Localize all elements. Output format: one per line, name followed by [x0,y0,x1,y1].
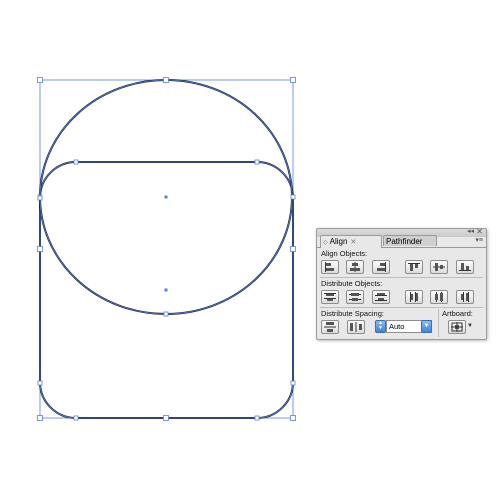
horizontal-distribute-left-icon [410,292,418,302]
section-divider-vertical [438,309,439,337]
distribute-spacing-label: Distribute Spacing: [321,309,384,318]
horizontal-distribute-center-icon [435,292,443,302]
chevron-down-icon: ▼ [423,323,430,329]
vertical-align-center-icon [433,263,445,271]
vertical-align-top-button[interactable] [405,260,423,274]
vertical-distribute-center-button[interactable] [346,290,364,304]
horizontal-distribute-right-button[interactable] [456,290,474,304]
horizontal-distribute-left-button[interactable] [405,290,423,304]
selection-bounding-box [39,79,294,419]
spacing-stepper[interactable]: ▲ ▼ [375,320,386,333]
horizontal-align-left-button[interactable] [321,260,339,274]
horizontal-align-right-button[interactable] [372,260,390,274]
vertical-align-top-icon [408,263,420,271]
horizontal-align-center-icon [350,262,360,272]
anchor-points [37,77,296,421]
tab-align-label: Align [329,237,348,246]
horizontal-distribute-right-icon [461,292,469,302]
rectangle-center-point [164,288,168,292]
horizontal-distribute-center-button[interactable] [430,290,448,304]
circle-center-point [164,195,168,199]
align-to-artboard-button[interactable] [448,320,466,334]
tab-pathfinder[interactable]: Pathfinder [383,235,437,246]
align-to-selection-icon [451,322,463,332]
vertical-distribute-space-icon [324,322,336,332]
vertical-align-bottom-button[interactable] [456,260,474,274]
spacing-dropdown[interactable]: ▼ [421,320,432,333]
horizontal-align-right-icon [377,262,386,272]
vertical-distribute-center-icon [349,293,361,301]
panel-tab-row: ◇ Align ✕ Pathfinder ▾≡ [317,235,486,248]
horizontal-align-left-icon [325,262,334,272]
horizontal-distribute-space-icon [350,322,362,332]
bounding-box-handles[interactable] [37,77,296,421]
align-panel: ◂◂ ✕ ◇ Align ✕ Pathfinder ▾≡ Align Objects… [316,228,487,340]
vertical-align-center-button[interactable] [430,260,448,274]
align-objects-label: Align Objects: [321,249,368,258]
section-divider [320,307,483,308]
tab-pathfinder-label: Pathfinder [386,237,423,246]
vertical-align-bottom-icon [459,263,471,271]
tab-close-icon[interactable]: ✕ [350,239,356,246]
artboard-label: Artboard: [442,309,473,318]
panel-menu-icon[interactable]: ▾≡ [475,236,483,245]
vertical-distribute-space-button[interactable] [321,320,339,334]
vertical-distribute-bottom-button[interactable] [372,290,390,304]
section-divider [320,277,483,278]
tab-grip-icon: ◇ [323,240,328,246]
vertical-distribute-top-button[interactable] [321,290,339,304]
artboard-dropdown-icon[interactable]: ▼ [467,323,473,329]
horizontal-align-center-button[interactable] [346,260,364,274]
vertical-distribute-bottom-icon [375,293,387,301]
tab-align[interactable]: ◇ Align ✕ [320,235,382,248]
distribute-objects-label: Distribute Objects: [321,279,383,288]
vertical-distribute-top-icon [324,293,336,301]
horizontal-distribute-space-button[interactable] [347,320,365,334]
stepper-down-icon[interactable]: ▼ [378,325,383,331]
